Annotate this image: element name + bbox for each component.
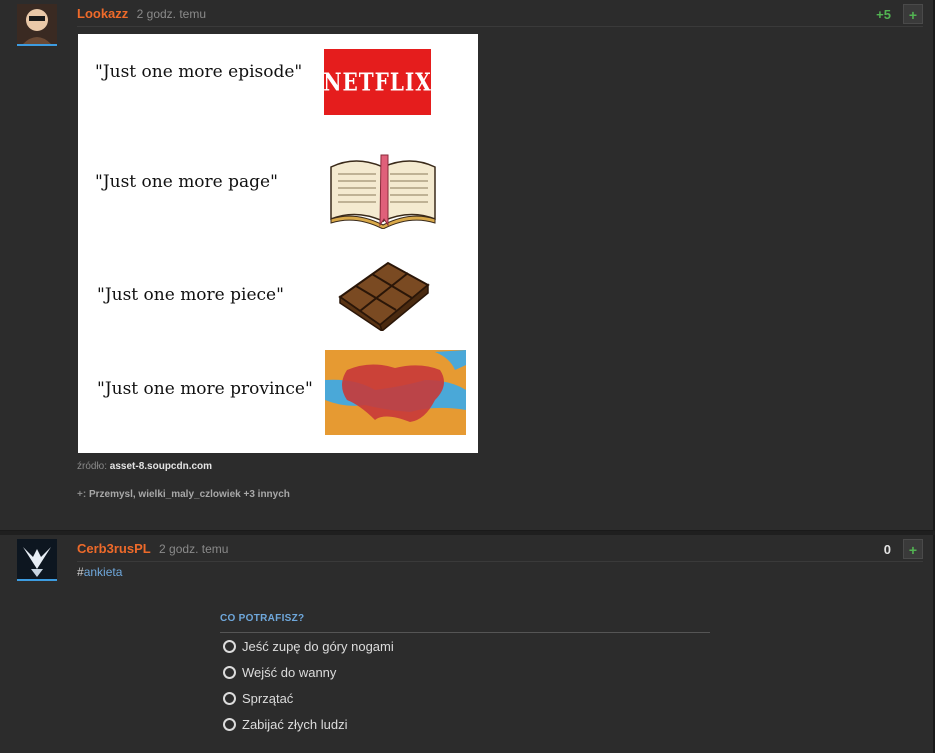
author-name[interactable]: Lookazz xyxy=(77,6,128,21)
poll-option[interactable]: Sprzątać xyxy=(223,685,710,711)
hash-symbol: # xyxy=(77,565,84,579)
poll-option[interactable]: Wejść do wanny xyxy=(223,659,710,685)
poll-option-label: Wejść do wanny xyxy=(242,664,337,680)
timestamp[interactable]: 2 godz. temu xyxy=(137,7,206,21)
entry-header: Lookazz 2 godz. temu +5 + xyxy=(77,4,923,27)
radio-icon[interactable] xyxy=(223,665,236,679)
meme-line-episode: "Just one more episode" xyxy=(95,62,303,82)
plus-users[interactable]: Przemysl, wielki_maly_czlowiek +3 innych xyxy=(89,489,290,500)
meme-line-page: "Just one more page" xyxy=(95,172,278,192)
poll-option[interactable]: Jeść zupę do góry nogami xyxy=(223,633,710,659)
timestamp[interactable]: 2 godz. temu xyxy=(159,542,228,556)
plus-vote-button[interactable]: + xyxy=(903,4,923,24)
entry-card: Lookazz 2 godz. temu +5 + "Just one more… xyxy=(0,0,935,531)
radio-icon[interactable] xyxy=(223,691,236,705)
source-link[interactable]: asset-8.soupcdn.com xyxy=(110,461,212,472)
author-name[interactable]: Cerb3rusPL xyxy=(77,541,151,556)
book-icon xyxy=(330,154,436,229)
avatar-image xyxy=(17,4,57,44)
plus-prefix: +: xyxy=(77,489,87,500)
entry-card: Cerb3rusPL 2 godz. temu 0 + #ankieta CO … xyxy=(0,535,935,753)
map-image xyxy=(325,350,466,435)
avatar[interactable] xyxy=(17,4,57,46)
plus-list: +: Przemysl, wielki_maly_czlowiek +3 inn… xyxy=(77,489,290,500)
entry-body: #ankieta xyxy=(77,565,122,579)
eagle-avatar-icon xyxy=(17,539,57,579)
poll-option-label: Zabijać złych ludzi xyxy=(242,716,348,732)
poll-option[interactable]: Zabijać złych ludzi xyxy=(223,711,710,737)
poll-option-label: Jeść zupę do góry nogami xyxy=(242,638,394,654)
avatar[interactable] xyxy=(17,539,57,581)
vote-count: +5 xyxy=(876,7,891,22)
radio-icon[interactable] xyxy=(223,639,236,653)
poll-title: CO POTRAFISZ? xyxy=(220,613,710,633)
radio-icon[interactable] xyxy=(223,717,236,731)
plus-vote-button[interactable]: + xyxy=(903,539,923,559)
poll-option-label: Sprzątać xyxy=(242,690,294,706)
tag-link[interactable]: ankieta xyxy=(84,565,123,579)
source-line: źródło: asset-8.soupcdn.com xyxy=(77,461,212,472)
chocolate-icon xyxy=(338,261,430,331)
vote-count: 0 xyxy=(883,542,891,557)
meme-line-province: "Just one more province" xyxy=(97,379,313,399)
source-label: źródło: xyxy=(77,461,108,472)
entry-header: Cerb3rusPL 2 godz. temu 0 + xyxy=(77,539,923,562)
poll: CO POTRAFISZ? Jeść zupę do góry nogami W… xyxy=(220,613,710,737)
meme-image[interactable]: "Just one more episode" "Just one more p… xyxy=(78,34,478,453)
meme-line-piece: "Just one more piece" xyxy=(97,285,284,305)
netflix-logo: NETFLIX xyxy=(323,49,431,115)
